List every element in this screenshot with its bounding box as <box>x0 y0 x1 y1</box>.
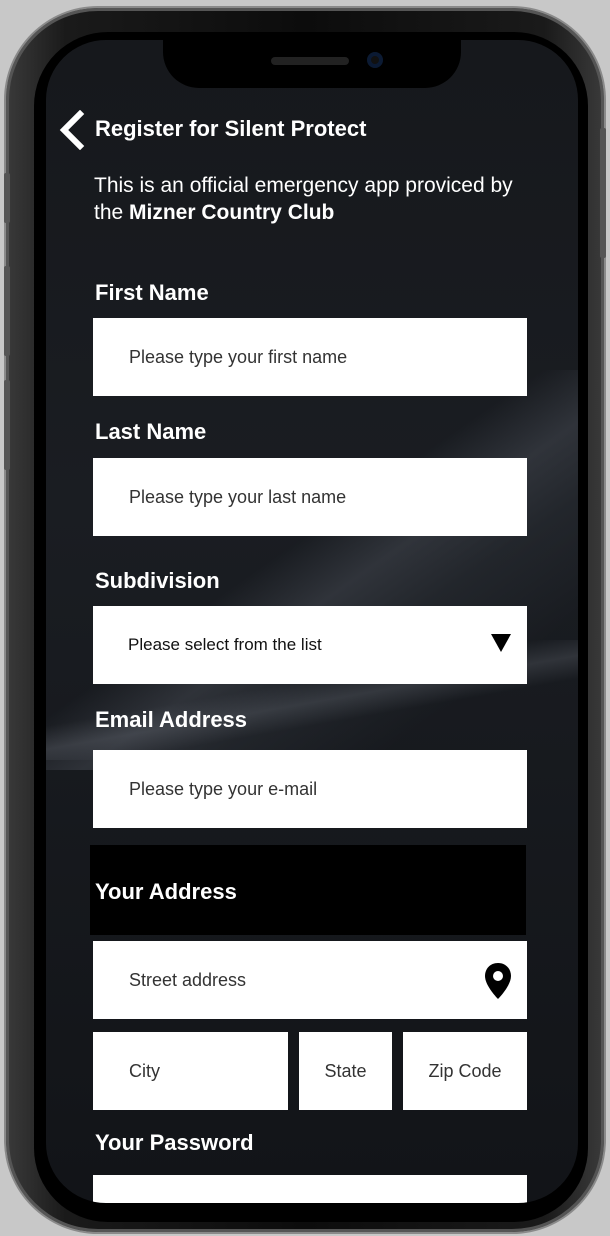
location-pin-icon[interactable] <box>483 961 513 1001</box>
notch <box>163 40 461 88</box>
front-camera <box>367 52 383 68</box>
chevron-left-icon[interactable] <box>56 109 86 151</box>
speaker <box>271 57 349 65</box>
state-field[interactable]: State <box>299 1032 392 1110</box>
app-screen: Register for Silent Protect This is an o… <box>46 40 578 1203</box>
volume-down-button <box>4 380 10 470</box>
zip-code-field[interactable]: Zip Code <box>403 1032 527 1110</box>
volume-up-button <box>4 266 10 356</box>
club-name: Mizner Country Club <box>129 201 335 224</box>
street-address-field[interactable]: Street address <box>93 941 527 1019</box>
first-name-placeholder: Please type your first name <box>129 346 348 367</box>
page-title: Register for Silent Protect <box>95 116 367 141</box>
state-placeholder: State <box>324 1060 367 1081</box>
mute-switch <box>4 173 10 223</box>
email-field[interactable]: Please type your e-mail <box>93 750 527 828</box>
subdivision-label: Subdivision <box>95 568 220 593</box>
last-name-field[interactable]: Please type your last name <box>93 458 527 536</box>
intro-text: This is an official emergency app provic… <box>94 172 534 226</box>
password-label: Your Password <box>95 1130 254 1155</box>
first-name-label: First Name <box>95 280 209 305</box>
subdivision-select[interactable]: Please select from the list <box>93 606 527 684</box>
address-label: Your Address <box>95 879 237 904</box>
last-name-placeholder: Please type your last name <box>129 486 347 507</box>
street-address-placeholder: Street address <box>129 969 247 990</box>
power-button <box>600 128 606 258</box>
last-name-label: Last Name <box>95 419 207 444</box>
email-placeholder: Please type your e-mail <box>129 778 318 799</box>
city-placeholder: City <box>129 1060 160 1081</box>
zip-code-placeholder: Zip Code <box>428 1060 502 1081</box>
password-field[interactable] <box>93 1175 527 1203</box>
email-label: Email Address <box>95 707 248 732</box>
dropdown-arrow-icon[interactable] <box>491 634 511 652</box>
first-name-field[interactable]: Please type your first name <box>93 318 527 396</box>
city-field[interactable]: City <box>93 1032 288 1110</box>
subdivision-placeholder: Please select from the list <box>128 635 322 654</box>
